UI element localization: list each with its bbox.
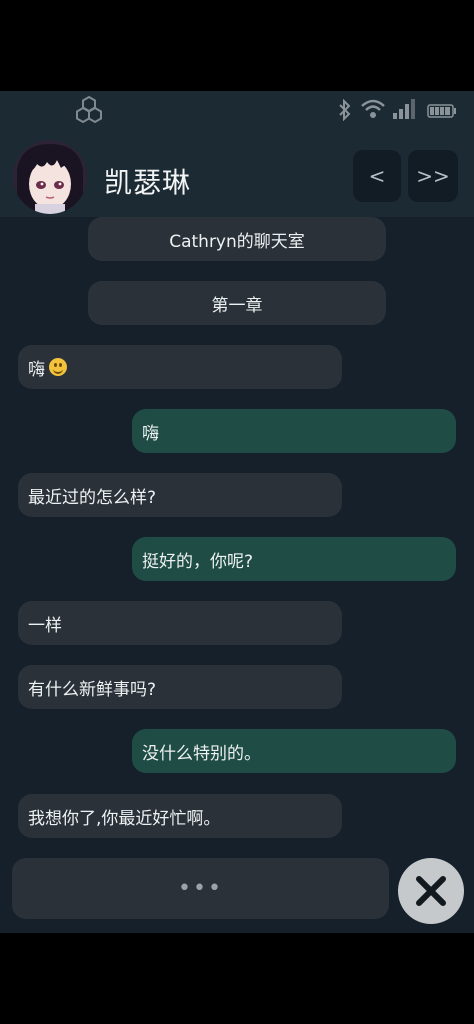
- fast-forward-button[interactable]: >>: [408, 150, 458, 202]
- outgoing-message: 没什么特别的。: [132, 729, 456, 773]
- incoming-message: 嗨: [18, 345, 342, 389]
- system-message-chapter: 第一章: [88, 281, 386, 325]
- close-button[interactable]: [398, 858, 464, 924]
- outgoing-message: 嗨: [132, 409, 456, 453]
- reply-choice-bar[interactable]: •••: [12, 858, 389, 919]
- smiling-face-icon: [49, 358, 67, 376]
- incoming-message: 有什么新鲜事吗?: [18, 665, 342, 709]
- status-bar: [0, 91, 474, 131]
- incoming-message: 一样: [18, 601, 342, 645]
- system-message-room-title: Cathryn的聊天室: [88, 217, 386, 261]
- chat-header: 凯瑟琳 < >>: [0, 131, 474, 217]
- battery-icon: [427, 104, 456, 118]
- incoming-message: 最近过的怎么样?: [18, 473, 342, 517]
- bluetooth-icon: [339, 99, 351, 121]
- message-text: 嗨: [28, 359, 45, 380]
- contact-name: 凯瑟琳: [104, 166, 192, 199]
- signal-icon: [393, 99, 415, 119]
- incoming-message: 我想你了,你最近好忙啊。: [18, 794, 342, 838]
- chat-app: 凯瑟琳 < >> Cathryn的聊天室 第一章 嗨 嗨 最近过的怎么样? 挺好…: [0, 91, 474, 933]
- avatar[interactable]: [13, 140, 87, 214]
- close-x-icon: [416, 876, 446, 906]
- avatar-image: [13, 140, 87, 214]
- wifi-icon: [361, 99, 385, 118]
- hexagon-logo-icon: [76, 95, 102, 124]
- typing-indicator: •••: [178, 876, 223, 901]
- previous-button[interactable]: <: [353, 150, 401, 202]
- outgoing-message: 挺好的，你呢?: [132, 537, 456, 581]
